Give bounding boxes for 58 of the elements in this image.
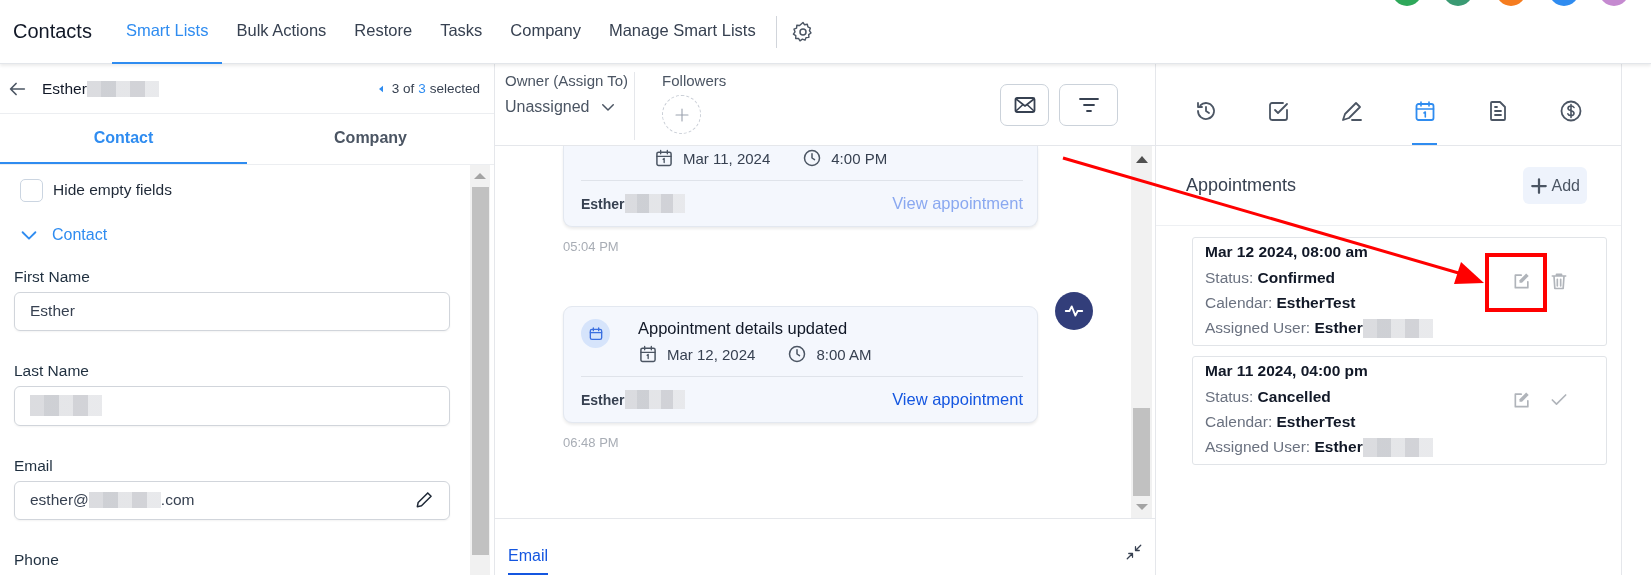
event-user: Esther — [581, 391, 625, 408]
calendar-icon — [638, 344, 658, 364]
nav-tab[interactable]: Restore — [340, 0, 427, 64]
appointment-calendar: Calendar: EstherTest — [1205, 293, 1357, 312]
nav-tab[interactable]: Bulk Actions — [222, 0, 341, 64]
event-timestamp: 05:04 PM — [563, 239, 620, 254]
appointment-date: Mar 12 2024, 08:00 am — [1205, 243, 1369, 261]
appointment-status: Status: Confirmed — [1205, 268, 1337, 287]
scrollbar[interactable] — [1131, 146, 1152, 518]
field-label: Email — [14, 456, 54, 475]
nav-tab[interactable]: Company — [496, 0, 595, 64]
view-appointment-link[interactable]: View appointment — [892, 390, 1023, 409]
collapse-icon[interactable] — [1125, 543, 1143, 561]
compose-tab[interactable]: Email — [508, 547, 548, 575]
event-time: 4:00 PM — [831, 149, 888, 167]
plus-icon — [1529, 176, 1548, 195]
field-label: Phone — [14, 551, 60, 569]
contact-name: Esther — [42, 79, 87, 98]
email-button[interactable] — [1000, 84, 1049, 126]
panel-tab[interactable] — [1412, 99, 1438, 145]
section-toggle[interactable]: Contact — [18, 223, 470, 246]
checkbox-label: Hide empty fields — [53, 181, 172, 200]
owner-dropdown[interactable]: Unassigned — [505, 98, 629, 116]
appointment-date: Mar 11 2024, 04:00 pm — [1205, 362, 1369, 380]
panel-title: Appointments — [1186, 175, 1297, 196]
event-user: Esther — [581, 195, 625, 212]
nav-tab[interactable]: Tasks — [426, 0, 497, 64]
calendar-icon — [587, 325, 604, 342]
scrollbar[interactable] — [470, 165, 490, 575]
dollar-icon — [1558, 99, 1583, 123]
input-field[interactable]: esther@ .com — [14, 480, 450, 520]
record-position: 3 of 3 selected — [391, 81, 480, 96]
event-date: Mar 11, 2024 — [683, 149, 771, 167]
appointment-status: Status: Cancelled — [1205, 387, 1332, 406]
event-title: Appointment details updated — [638, 319, 849, 338]
clock-icon — [802, 148, 823, 168]
filter-button[interactable] — [1059, 84, 1118, 126]
field-label: Last Name — [14, 362, 90, 381]
clock-icon — [787, 344, 808, 364]
app-title: Contacts — [13, 20, 92, 43]
pen-icon — [1340, 99, 1365, 123]
assigned-user: Assigned User: Esther — [1205, 437, 1475, 458]
panel-tab[interactable]: Company — [247, 114, 494, 164]
checkbox[interactable] — [20, 178, 43, 202]
field-label: Owner (Assign To) — [505, 72, 629, 89]
event-timestamp: 06:48 PM — [563, 435, 620, 450]
event-time: 8:00 AM — [816, 345, 872, 363]
appointment-calendar: Calendar: EstherTest — [1205, 412, 1357, 431]
calendar-icon — [654, 148, 674, 168]
input-field[interactable]: Esther — [14, 291, 450, 332]
input-field[interactable] — [14, 386, 450, 426]
nav-tab[interactable]: Smart Lists — [111, 0, 223, 64]
add-button[interactable]: Add — [1522, 167, 1587, 204]
nav-tab[interactable]: Manage Smart Lists — [594, 0, 770, 64]
field-label: Followers — [662, 72, 727, 89]
assigned-user: Assigned User: Esther — [1205, 318, 1475, 339]
field-label: First Name — [14, 267, 91, 286]
event-date: Mar 12, 2024 — [667, 345, 756, 363]
